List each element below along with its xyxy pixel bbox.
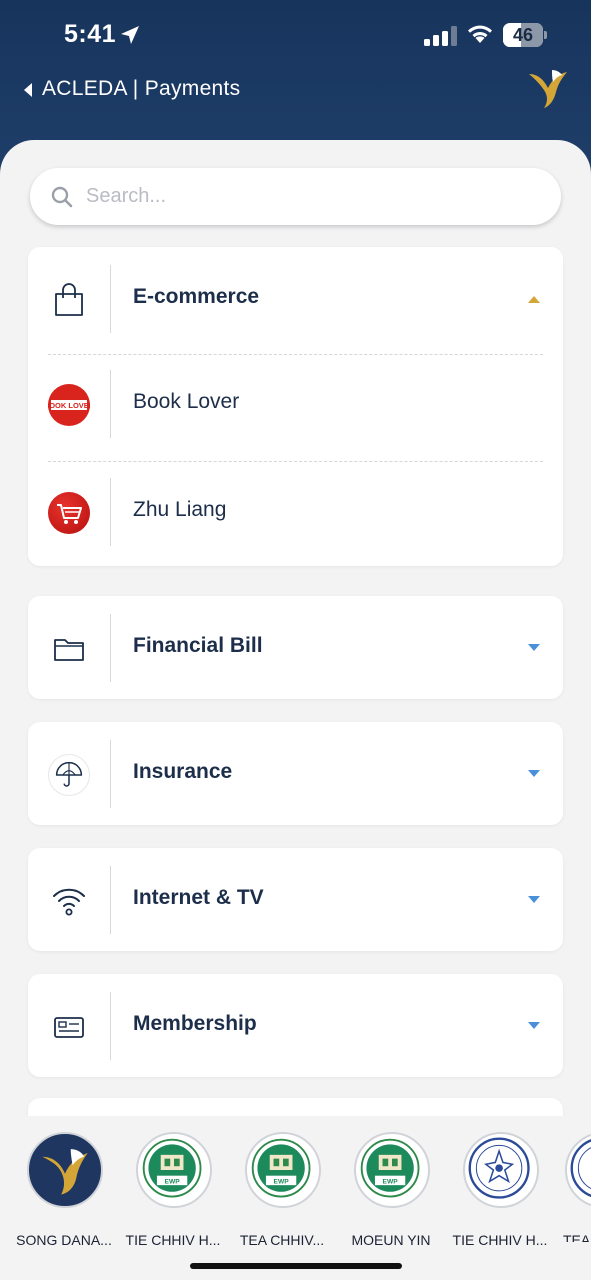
- biller-label: Book Lover: [133, 390, 240, 413]
- category-label: E-commerce: [133, 285, 260, 308]
- recent-payee[interactable]: TEA: [555, 1132, 591, 1242]
- caret-down-icon[interactable]: [528, 1022, 540, 1030]
- home-indicator[interactable]: [190, 1263, 402, 1269]
- recent-payee[interactable]: EWP TIE CHHIV H...: [119, 1132, 227, 1248]
- edc-logo-icon: [565, 1132, 591, 1208]
- category-card-insurance[interactable]: Insurance: [28, 722, 563, 825]
- caret-down-icon[interactable]: [528, 644, 540, 652]
- cellular-signal-icon: [424, 26, 457, 46]
- status-bar: 5:41 46: [0, 18, 591, 54]
- svg-text:BOOK LOVER: BOOK LOVER: [48, 401, 90, 410]
- ewp-logo-icon: EWP: [354, 1132, 430, 1208]
- svg-text:EWP: EWP: [274, 1178, 290, 1185]
- shopping-bag-icon: [55, 283, 83, 316]
- biller-label: Zhu Liang: [133, 498, 227, 521]
- search-input[interactable]: [86, 176, 526, 216]
- ewp-logo-icon: EWP: [136, 1132, 212, 1208]
- recent-payee-name: TEA CHHIV...: [239, 1232, 325, 1248]
- category-label: Internet & TV: [133, 886, 264, 909]
- category-header-internet-tv[interactable]: Internet & TV: [28, 848, 563, 952]
- category-label: Membership: [133, 1012, 257, 1035]
- page-title[interactable]: ACLEDA | Payments: [42, 77, 240, 101]
- category-header-membership[interactable]: Membership: [28, 974, 563, 1078]
- search-icon: [51, 186, 73, 208]
- status-time: 5:41: [64, 20, 117, 48]
- recent-payee-name: TIE CHHIV H...: [125, 1232, 221, 1248]
- category-card-financial-bill[interactable]: Financial Bill: [28, 596, 563, 699]
- acleda-logo-icon: [27, 1132, 103, 1208]
- content-panel: E-commerce BOOK LOVER Book Lover: [0, 140, 591, 1280]
- edc-logo-icon: [463, 1132, 539, 1208]
- nav-bar: ACLEDA | Payments: [0, 72, 591, 108]
- recent-payee[interactable]: EWP MOEUN YIN: [337, 1132, 445, 1248]
- biller-row-book-lover[interactable]: BOOK LOVER Book Lover: [28, 352, 563, 456]
- battery-indicator: 46: [503, 23, 547, 47]
- caret-down-icon[interactable]: [528, 896, 540, 904]
- recent-payee[interactable]: SONG DANA...: [10, 1132, 118, 1248]
- svg-text:EWP: EWP: [165, 1178, 181, 1185]
- category-header-financial-bill[interactable]: Financial Bill: [28, 596, 563, 700]
- category-label: Financial Bill: [133, 634, 263, 657]
- wifi-icon: [53, 888, 85, 916]
- ewp-logo-icon: EWP: [245, 1132, 321, 1208]
- recent-payee[interactable]: EWP TEA CHHIV...: [228, 1132, 336, 1248]
- acleda-logo-icon: [529, 70, 567, 108]
- category-header-ecommerce[interactable]: E-commerce: [28, 247, 563, 351]
- folder-icon: [54, 639, 84, 661]
- category-card-internet-tv[interactable]: Internet & TV: [28, 848, 563, 951]
- category-card-ecommerce: E-commerce BOOK LOVER Book Lover: [28, 247, 563, 566]
- caret-down-icon[interactable]: [528, 770, 540, 778]
- search-bar[interactable]: [30, 168, 561, 225]
- recent-payee-name: SONG DANA...: [16, 1232, 112, 1248]
- recent-payee-name: TEA: [563, 1232, 591, 1242]
- recent-payee-name: MOEUN YIN: [351, 1232, 431, 1248]
- shopping-cart-logo-icon: [48, 492, 90, 534]
- back-arrow-icon[interactable]: [22, 82, 34, 98]
- category-header-insurance[interactable]: Insurance: [28, 722, 563, 826]
- svg-text:EWP: EWP: [383, 1178, 399, 1185]
- biller-row-zhu-liang[interactable]: Zhu Liang: [28, 460, 563, 564]
- recent-payee-name: TIE CHHIV H...: [452, 1232, 548, 1248]
- wifi-status-icon: [468, 25, 492, 43]
- book-lover-logo-icon: BOOK LOVER: [44, 384, 95, 426]
- caret-up-icon[interactable]: [528, 295, 540, 303]
- umbrella-icon: [48, 754, 90, 796]
- recent-payee[interactable]: TIE CHHIV H...: [446, 1132, 554, 1248]
- id-card-icon: [54, 1017, 84, 1038]
- category-card-membership[interactable]: Membership: [28, 974, 563, 1077]
- recent-payees-strip: SONG DANA... EWP TIE CHHIV H... EWP TEA …: [0, 1116, 591, 1256]
- category-label: Insurance: [133, 760, 233, 783]
- location-arrow-icon: [121, 26, 139, 44]
